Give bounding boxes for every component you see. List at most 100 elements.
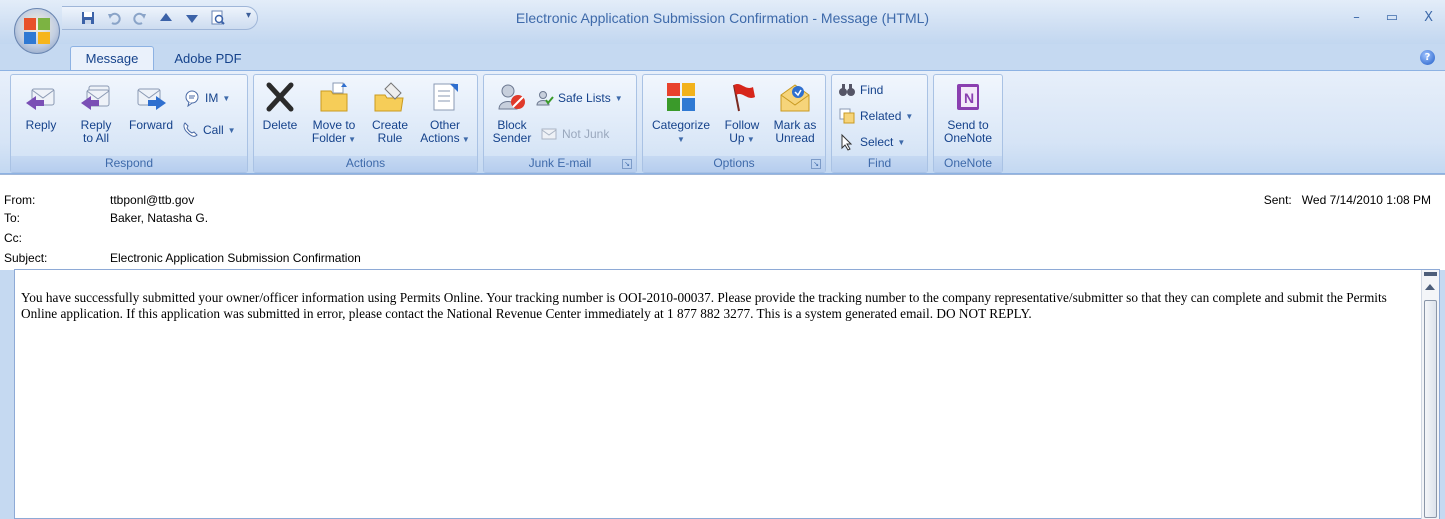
block-sender-icon (498, 84, 525, 110)
forward-button[interactable]: Forward (123, 81, 179, 132)
options-group-label: Options (643, 156, 825, 172)
safe-lists-label: Safe Lists (558, 91, 611, 105)
mark-label-1: Mark as (773, 118, 817, 132)
related-button[interactable]: Related ▼ (838, 107, 913, 125)
call-dropdown-icon: ▼ (227, 125, 236, 135)
message-header: From: ttbponl@ttb.gov To: Baker, Natasha… (0, 174, 1445, 270)
to-row: To: Baker, Natasha G. (4, 211, 208, 225)
send-to-onenote-button[interactable]: N Send to OneNote (938, 81, 998, 145)
from-label: From: (4, 193, 36, 207)
options-launcher-icon[interactable]: ↘ (811, 159, 821, 169)
create-rule-button[interactable]: Create Rule (368, 81, 412, 145)
rule-label-2: Rule (377, 131, 403, 145)
subject-row: Subject: Electronic Application Submissi… (4, 251, 361, 265)
mark-label-2: Unread (775, 131, 815, 145)
cursor-arrow-icon (841, 133, 853, 151)
scrollbar-thumb[interactable] (1424, 300, 1437, 518)
from-value[interactable]: ttbponl@ttb.gov (110, 193, 194, 207)
categorize-button[interactable]: Categorize ▼ (649, 81, 713, 146)
follow-dropdown-icon: ▼ (744, 135, 755, 144)
cc-row: Cc: (4, 231, 110, 245)
call-label: Call (203, 123, 224, 137)
mark-unread-button[interactable]: Mark as Unread (769, 81, 821, 145)
onenote-group-label: OneNote (934, 156, 1002, 172)
find-label: Find (860, 83, 884, 97)
close-button[interactable]: X (1424, 10, 1433, 25)
call-button[interactable]: Call ▼ (181, 121, 236, 139)
title-bar: ▾ Electronic Application Submission Conf… (0, 0, 1445, 44)
respond-group-label: Respond (11, 156, 247, 172)
onenote-icon: N (957, 84, 979, 110)
follow-up-button[interactable]: Follow Up ▼ (719, 81, 765, 146)
move-folder-icon (320, 82, 348, 112)
options-group: Categorize ▼ Follow Up ▼ Mark as Unread … (642, 74, 826, 173)
find-button[interactable]: Find (838, 81, 883, 99)
window-title: Electronic Application Submission Confir… (515, 10, 930, 26)
categorize-dropdown-icon: ▼ (677, 135, 685, 144)
im-icon (185, 90, 199, 107)
follow-label-2: Up (729, 131, 745, 145)
minimize-button[interactable]: – (1353, 10, 1360, 25)
reply-all-button[interactable]: Reply to All (71, 81, 121, 145)
actions-group-label: Actions (254, 156, 477, 172)
junk-email-launcher-icon[interactable]: ↘ (622, 159, 632, 169)
block-sender-button[interactable]: Block Sender (490, 81, 534, 145)
delete-button[interactable]: Delete (258, 81, 302, 132)
office-button[interactable] (14, 8, 60, 54)
mark-unread-icon (780, 84, 810, 112)
vertical-scrollbar[interactable] (1421, 270, 1439, 519)
reply-all-label-2: to All (82, 131, 109, 145)
select-dropdown-icon: ▼ (897, 137, 906, 147)
office-logo-icon (24, 18, 50, 44)
forward-label: Forward (128, 118, 173, 132)
related-dropdown-icon: ▼ (905, 111, 914, 121)
tab-adobe-pdf[interactable]: Adobe PDF (160, 46, 256, 70)
tab-message[interactable]: Message (70, 46, 154, 70)
delete-x-icon (266, 82, 294, 112)
im-button[interactable]: IM ▼ (183, 89, 230, 107)
block-label-2: Sender (492, 131, 532, 145)
move-label-1: Move to (312, 118, 356, 132)
find-group: Find Related ▼ Select ▼ Find (831, 74, 928, 173)
scroll-up-arrow-icon[interactable] (1425, 284, 1435, 290)
subject-value: Electronic Application Submission Confir… (110, 251, 361, 265)
move-to-folder-button[interactable]: Move to Folder ▼ (306, 81, 362, 146)
create-rule-icon (374, 82, 404, 112)
follow-label-1: Follow (724, 118, 760, 132)
categorize-icon (667, 83, 695, 111)
reply-button[interactable]: Reply (19, 81, 63, 132)
block-label-1: Block (497, 118, 527, 132)
binoculars-icon (839, 84, 855, 96)
onenote-label-1: Send to (947, 118, 989, 132)
actions-group: Delete Move to Folder ▼ Create Rule Othe… (253, 74, 478, 173)
select-button[interactable]: Select ▼ (838, 133, 905, 151)
move-label-2: Folder (311, 131, 346, 145)
not-junk-button[interactable]: Not Junk (540, 125, 609, 143)
move-dropdown-icon: ▼ (345, 135, 357, 144)
select-label: Select (860, 135, 894, 149)
ribbon: Reply Reply to All Forward IM ▼ Call ▼ Res… (0, 70, 1445, 174)
safe-lists-button[interactable]: Safe Lists ▼ (536, 89, 623, 107)
window-controls: – ▭ X (1353, 10, 1433, 25)
related-icon (839, 108, 855, 124)
message-body[interactable]: You have successfully submitted your own… (14, 269, 1440, 519)
other-actions-icon (433, 83, 458, 111)
reply-all-label-1: Reply (80, 118, 112, 132)
scrollbar-split-handle[interactable] (1424, 272, 1437, 276)
from-row: From: ttbponl@ttb.gov (4, 193, 194, 207)
to-label: To: (4, 211, 21, 225)
not-junk-label: Not Junk (562, 127, 610, 141)
junk-email-group: Block Sender Safe Lists ▼ Not Junk Junk E… (483, 74, 637, 173)
help-icon[interactable]: ? (1420, 50, 1435, 65)
im-label: IM (205, 91, 219, 105)
other-actions-button[interactable]: Other Actions ▼ (416, 81, 474, 146)
message-body-text: You have successfully submitted your own… (21, 290, 1387, 321)
not-junk-icon (541, 128, 557, 140)
junk-email-group-label: Junk E-mail (484, 156, 636, 172)
ribbon-tabs: Message Adobe PDF ? (0, 44, 1445, 70)
find-group-label: Find (832, 156, 927, 172)
maximize-button[interactable]: ▭ (1386, 10, 1398, 25)
safe-lists-dropdown-icon: ▼ (614, 93, 623, 103)
sent-info: Sent: Wed 7/14/2010 1:08 PM (1264, 193, 1431, 207)
to-value[interactable]: Baker, Natasha G. (110, 211, 208, 225)
